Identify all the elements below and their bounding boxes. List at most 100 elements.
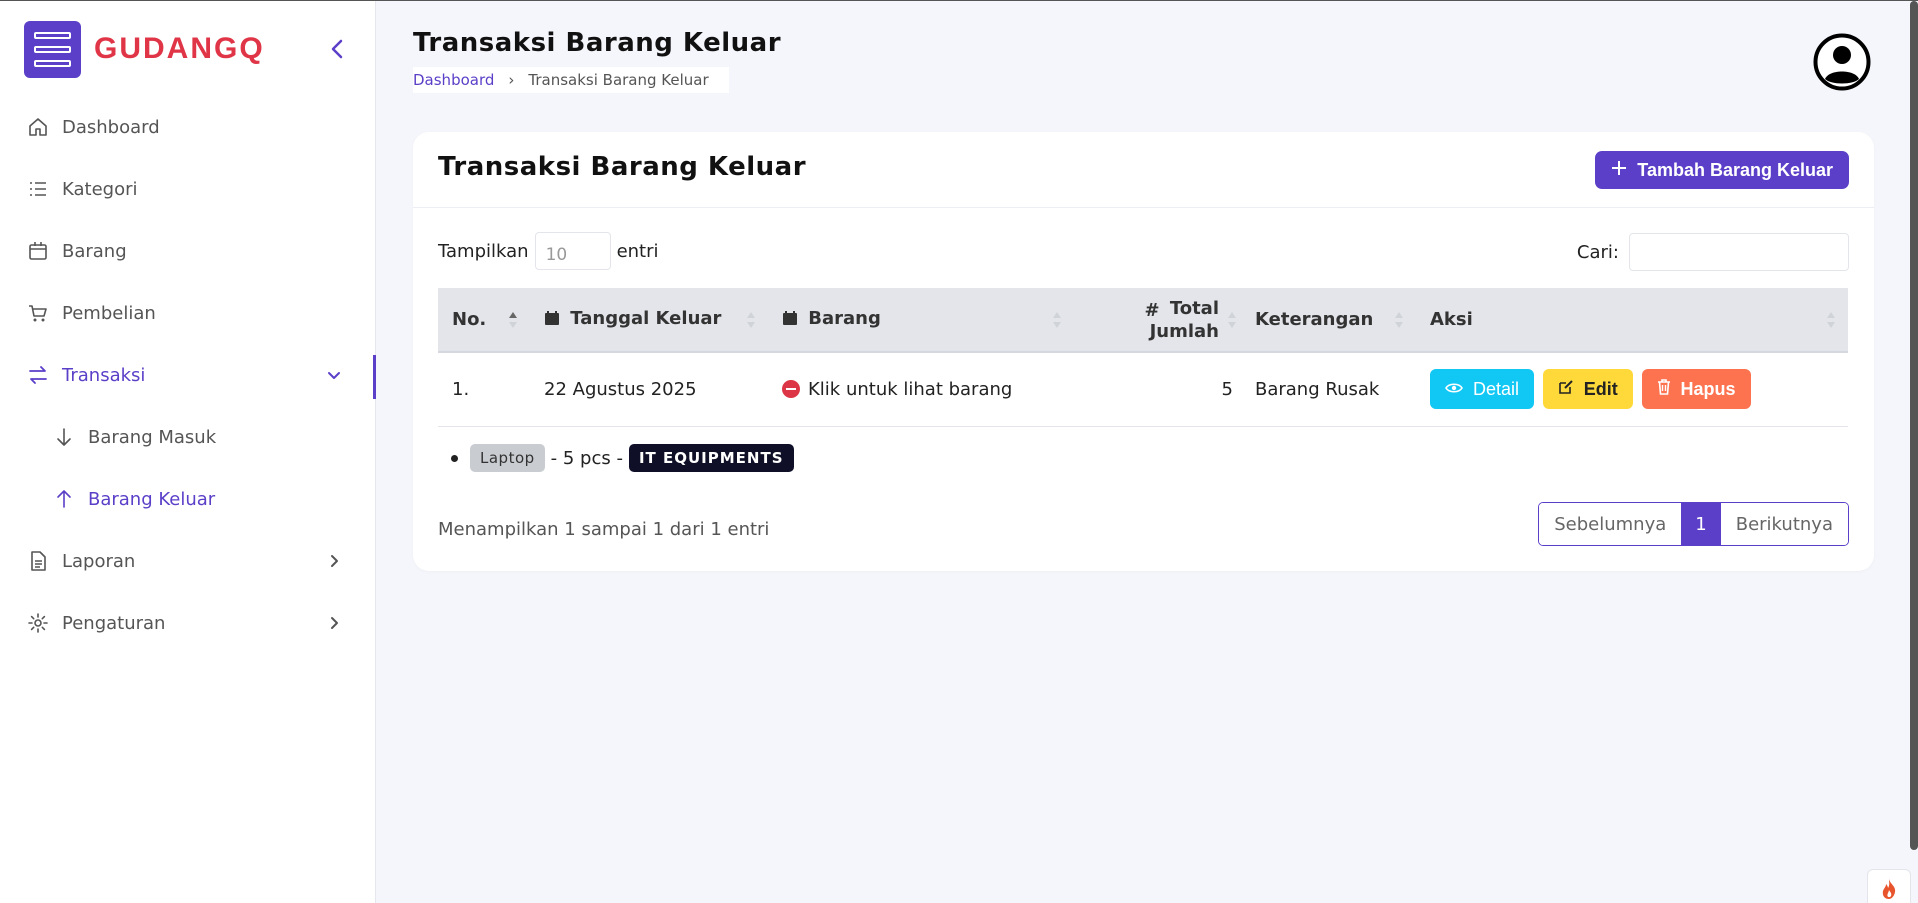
sidebar-item-transaksi[interactable]: Transaksi [0,344,376,406]
sidebar-item-label: Pengaturan [62,612,166,634]
sidebar-item-barang-masuk[interactable]: Barang Masuk [0,406,376,468]
hash-icon: # [1144,299,1160,321]
cell-tanggal: 22 Agustus 2025 [544,378,697,400]
sidebar-item-label: Transaksi [62,364,146,386]
sidebar-item-pengaturan[interactable]: Pengaturan [0,592,376,654]
sidebar-item-barang-keluar[interactable]: Barang Keluar [0,468,376,530]
debug-toolbar-flame-icon[interactable] [1867,869,1911,903]
list-icon [26,177,50,201]
delete-button[interactable]: Hapus [1641,369,1751,410]
column-header-barang[interactable]: Barang [768,288,1074,353]
search-control: Cari: [1577,233,1849,271]
collapse-sidebar-button[interactable] [322,33,352,65]
sidebar-item-label: Dashboard [62,116,160,138]
item-name-badge: Laptop [470,444,545,472]
sidebar-item-kategori[interactable]: Kategori [0,158,376,220]
length-label: Tampilkan [438,240,529,262]
table-header-row: No. Tanggal Keluar Barang # Total Jumlah [438,288,1848,353]
barang-toggle-link[interactable]: Klik untuk lihat barang [808,379,1012,400]
sidebar-item-label: Barang Keluar [88,488,216,510]
calendar-icon [782,310,798,331]
cell-barang[interactable]: Klik untuk lihat barang [768,352,1074,426]
user-circle-icon [1813,33,1871,91]
user-avatar[interactable] [1813,33,1871,91]
item-qty-text: - 5 pcs - [550,447,623,469]
sidebar-item-barang[interactable]: Barang [0,220,376,282]
add-outgoing-button[interactable]: Tambah Barang Keluar [1595,151,1849,189]
sidebar-item-label: Barang [62,240,127,262]
arrow-up-icon [52,487,76,511]
document-icon [26,549,50,573]
chevron-right-icon: › [508,71,515,89]
sort-icon [747,312,755,328]
arrow-down-icon [52,425,76,449]
sidebar-item-pembelian[interactable]: Pembelian [0,282,376,344]
eye-icon [1445,379,1463,400]
entries-length-control: Tampilkan 10 entri [438,232,659,270]
sidebar-item-label: Laporan [62,550,136,572]
collapse-row-icon[interactable] [782,379,800,398]
chevron-left-icon [331,39,343,59]
pagination-next-button[interactable]: Berikutnya [1719,503,1848,545]
brand[interactable]: GUDANGQ [24,20,265,78]
chevron-right-icon [322,611,346,635]
sidebar-nav: Dashboard Kategori Barang Pembelian Tran… [0,96,376,654]
category-badge: IT EQUIPMENTS [628,444,794,472]
card-header: Transaksi Barang Keluar Tambah Barang Ke… [413,132,1874,208]
length-label-after: entri [616,240,659,262]
card-title: Transaksi Barang Keluar [438,152,807,182]
trash-icon [1657,378,1671,400]
column-header-tanggal[interactable]: Tanggal Keluar [530,288,768,353]
breadcrumb-current: Transaksi Barang Keluar [528,71,709,89]
search-label: Cari: [1576,241,1619,263]
cell-total: 5 [1221,378,1233,400]
bullet [451,454,458,462]
page-title: Transaksi Barang Keluar [413,28,782,58]
sort-icon [1827,312,1835,328]
sort-asc-icon [509,312,517,328]
sidebar: GUDANGQ Dashboard Kategori Barang Pembel… [0,1,376,903]
server-logo-icon [24,20,81,78]
column-header-aksi[interactable]: Aksi [1416,288,1848,353]
sidebar-item-dashboard[interactable]: Dashboard [0,96,376,158]
table-row: 1. 22 Agustus 2025 Klik untuk lihat bara… [438,352,1848,426]
breadcrumb-link-dashboard[interactable]: Dashboard [413,71,494,89]
arrows-exchange-icon [26,363,50,387]
gear-icon [26,611,50,635]
pagination-prev-button[interactable]: Sebelumnya [1539,503,1682,545]
table-info: Menampilkan 1 sampai 1 dari 1 entri [438,519,770,540]
chevron-right-icon [322,549,346,573]
detail-button[interactable]: Detail [1430,369,1535,410]
plus-icon [1611,160,1627,181]
edit-button[interactable]: Edit [1542,369,1633,410]
column-header-total[interactable]: # Total Jumlah [1074,288,1241,353]
transactions-table: No. Tanggal Keluar Barang # Total Jumlah [438,288,1848,427]
child-row-item: Laptop - 5 pcs - IT EQUIPMENTS [451,444,794,472]
sidebar-item-label: Pembelian [62,302,156,324]
cell-no: 1. [452,378,470,400]
cell-actions: Detail Edit Hapus [1416,352,1848,426]
calendar-icon [544,310,560,331]
home-icon [26,115,50,139]
sidebar-item-laporan[interactable]: Laporan [0,530,376,592]
brand-name: GUDANGQ [94,32,265,65]
page-scrollbar[interactable] [1910,1,1918,850]
sort-icon [1053,312,1061,328]
sort-icon [1228,312,1236,328]
sidebar-item-label: Barang Masuk [88,426,217,448]
edit-icon [1558,379,1574,400]
cell-keterangan: Barang Rusak [1255,378,1380,400]
sidebar-item-label: Kategori [62,178,138,200]
chevron-down-icon [322,363,346,387]
add-button-label: Tambah Barang Keluar [1637,159,1833,180]
entries-per-page-select[interactable]: 10 [534,232,611,270]
search-input[interactable] [1629,233,1849,271]
pagination: Sebelumnya 1 Berikutnya [1538,502,1849,546]
column-header-keterangan[interactable]: Keterangan [1241,288,1416,353]
transactions-card: Transaksi Barang Keluar Tambah Barang Ke… [413,132,1874,571]
breadcrumb: Dashboard › Transaksi Barang Keluar [413,67,729,93]
column-header-no[interactable]: No. [438,288,530,353]
pagination-page-1[interactable]: 1 [1681,503,1720,545]
sort-icon [1395,312,1403,328]
box-icon [26,239,50,263]
